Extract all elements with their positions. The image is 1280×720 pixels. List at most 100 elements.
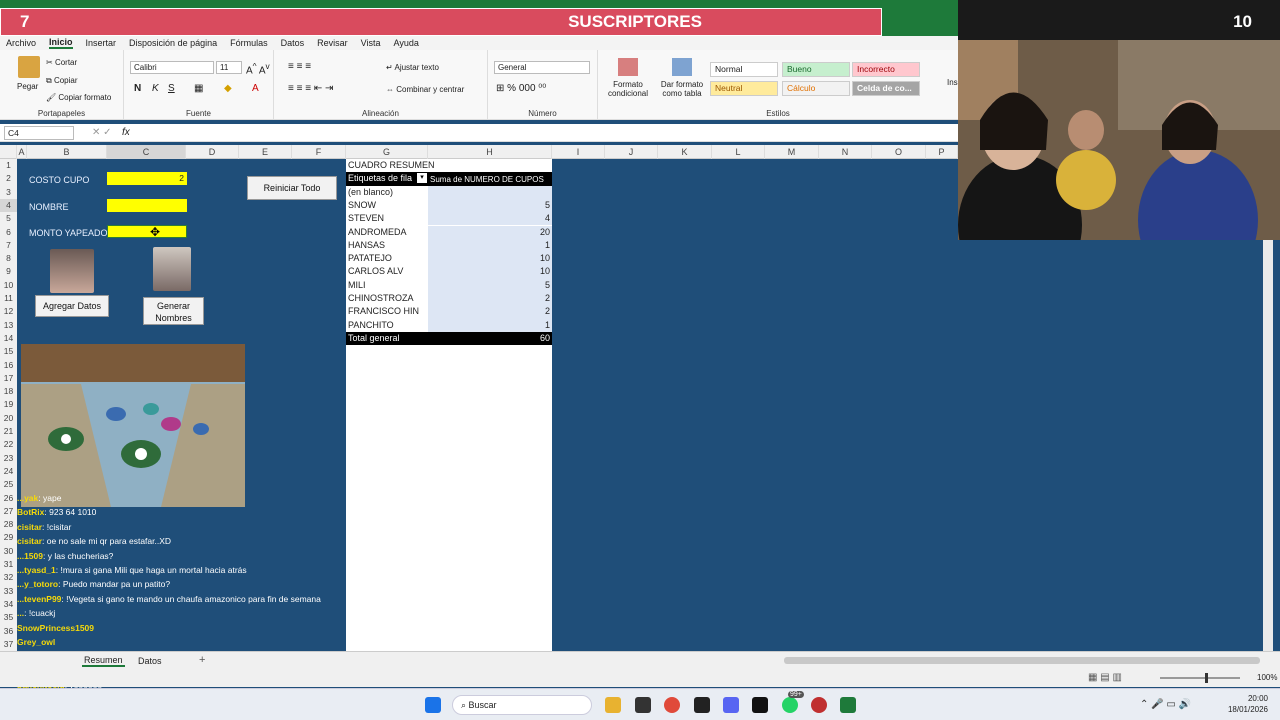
pivot-row[interactable]: STEVEN 4 (346, 212, 552, 226)
row-header-11[interactable]: 11 (0, 292, 17, 305)
generar-button[interactable]: Generar Nombres (143, 297, 204, 325)
style-neutral[interactable]: Neutral (710, 81, 778, 96)
font-color-icon[interactable]: A (252, 83, 259, 94)
zoom-slider[interactable] (1160, 677, 1240, 679)
tab-formulas[interactable]: Fórmulas (230, 38, 268, 48)
col-header-n[interactable]: N (819, 145, 872, 159)
style-normal[interactable]: Normal (710, 62, 778, 77)
row-header-2[interactable]: 2 (0, 172, 17, 185)
format-table-button[interactable]: Dar formato como tabla (654, 80, 710, 98)
horizontal-scrollbar[interactable] (784, 657, 1260, 664)
paste-button[interactable]: Pegar (17, 82, 38, 91)
pivot-row[interactable]: (en blanco) (346, 185, 552, 199)
search-box[interactable]: ⌕ Buscar (452, 695, 592, 715)
row-header-17[interactable]: 17 (0, 372, 17, 385)
name-box[interactable]: C4 (4, 126, 74, 140)
tab-archivo[interactable]: Archivo (6, 38, 36, 48)
chrome-icon[interactable] (664, 697, 680, 713)
agregar-button[interactable]: Agregar Datos (35, 295, 109, 317)
windows-start-icon[interactable] (425, 697, 441, 713)
row-header-1[interactable]: 1 (0, 159, 17, 172)
font-name-select[interactable]: Calibri (130, 61, 214, 74)
merge-center-button[interactable]: ⇔ Combinar y centrar (386, 85, 464, 94)
col-header-a[interactable]: A (17, 145, 27, 159)
col-header-j[interactable]: J (605, 145, 658, 159)
border-icon[interactable]: ▦ (194, 83, 203, 94)
view-mode-icons[interactable]: ▦ ▤ ▥ (1088, 672, 1122, 683)
col-header-k[interactable]: K (658, 145, 712, 159)
filter-dropdown-icon[interactable]: ▾ (417, 173, 427, 184)
row-header-13[interactable]: 13 (0, 319, 17, 332)
row-header-27[interactable]: 27 (0, 505, 17, 518)
align-left-icon[interactable]: ≡ ≡ ≡ ⇤ ⇥ (288, 83, 333, 94)
clock-time[interactable]: 20:00 (1220, 694, 1268, 703)
costo-cell[interactable]: 2 (107, 172, 187, 185)
pivot-row[interactable]: SNOW 5 (346, 198, 552, 213)
pivot-row[interactable]: PATATEJO 10 (346, 252, 552, 266)
tab-inicio[interactable]: Inicio (49, 37, 73, 49)
row-header-7[interactable]: 7 (0, 239, 17, 252)
clock-date[interactable]: 18/01/2026 (1220, 705, 1268, 714)
fx-icon[interactable]: fx (122, 127, 130, 138)
col-header-m[interactable]: M (765, 145, 819, 159)
col-header-c[interactable]: C (107, 145, 186, 159)
tab-insertar[interactable]: Insertar (86, 38, 117, 48)
row-header-9[interactable]: 9 (0, 265, 17, 278)
row-header-32[interactable]: 32 (0, 571, 17, 584)
col-header-p[interactable]: P (926, 145, 958, 159)
pivot-row[interactable]: CARLOS ALV 10 (346, 265, 552, 279)
pivot-row[interactable]: CHINOSTROZA 2 (346, 292, 552, 306)
obs-icon[interactable] (811, 697, 827, 713)
style-check[interactable]: Celda de co... (852, 81, 920, 96)
align-top-icon[interactable]: ≡ ≡ ≡ (288, 61, 311, 72)
col-header-e[interactable]: E (239, 145, 292, 159)
capcut-icon[interactable] (694, 697, 710, 713)
style-calc[interactable]: Cálculo (782, 81, 850, 96)
sheet-tab-datos[interactable]: Datos (138, 656, 162, 666)
nombre-cell[interactable] (107, 199, 187, 212)
pivot-row[interactable]: FRANCISCO HIN 2 (346, 305, 552, 319)
system-tray-icons[interactable]: ⌃ 🎤 ▭ 🔊 (1140, 699, 1191, 710)
col-header-f[interactable]: F (292, 145, 346, 159)
col-header-i[interactable]: I (552, 145, 605, 159)
row-header-3[interactable]: 3 (0, 186, 17, 199)
excel-icon[interactable] (840, 697, 856, 713)
row-header-20[interactable]: 20 (0, 412, 17, 425)
col-header-g[interactable]: G (346, 145, 428, 159)
formula-input[interactable] (140, 127, 950, 139)
tab-revisar[interactable]: Revisar (317, 38, 348, 48)
col-header-d[interactable]: D (186, 145, 239, 159)
conditional-format-button[interactable]: Formato condicional (602, 80, 654, 98)
cut-button[interactable]: ✂ Cortar (46, 58, 77, 67)
select-all-corner[interactable] (0, 145, 17, 159)
discord-icon[interactable] (723, 697, 739, 713)
copy-format-button[interactable]: 🖌 Copiar formato (46, 93, 111, 102)
font-size-select[interactable]: 11 (216, 61, 242, 74)
sheet-tab-resumen[interactable]: Resumen (82, 655, 125, 667)
row-header-4[interactable]: 4 (0, 198, 17, 212)
whatsapp-icon[interactable] (782, 697, 798, 713)
bold-icon[interactable]: N (134, 83, 141, 94)
col-header-b[interactable]: B (27, 145, 107, 159)
zoom-thumb[interactable] (1205, 673, 1208, 683)
italic-icon[interactable]: K (152, 83, 159, 94)
underline-icon[interactable]: S (168, 83, 175, 94)
add-sheet-icon[interactable]: + (199, 654, 205, 666)
row-header-21[interactable]: 21 (0, 425, 17, 438)
row-header-10[interactable]: 10 (0, 279, 17, 292)
tab-disposicion[interactable]: Disposición de página (129, 38, 217, 48)
file-explorer-icon[interactable] (605, 697, 621, 713)
monto-cell[interactable] (107, 225, 187, 238)
zoom-level[interactable]: 100% (1257, 673, 1277, 682)
grow-font-icon[interactable]: A^ Av (246, 61, 270, 76)
row-header-35[interactable]: 35 (0, 611, 17, 624)
row-header-16[interactable]: 16 (0, 359, 17, 372)
row-header-18[interactable]: 18 (0, 385, 17, 398)
paste-icon[interactable] (18, 56, 40, 78)
row-header-8[interactable]: 8 (0, 252, 17, 265)
style-bad[interactable]: Incorrecto (852, 62, 920, 77)
tab-ayuda[interactable]: Ayuda (394, 38, 419, 48)
row-header-12[interactable]: 12 (0, 305, 17, 318)
currency-icon[interactable]: ⊞ % 000 ⁰⁰ (496, 83, 546, 94)
fill-color-icon[interactable]: ◆ (224, 83, 232, 94)
